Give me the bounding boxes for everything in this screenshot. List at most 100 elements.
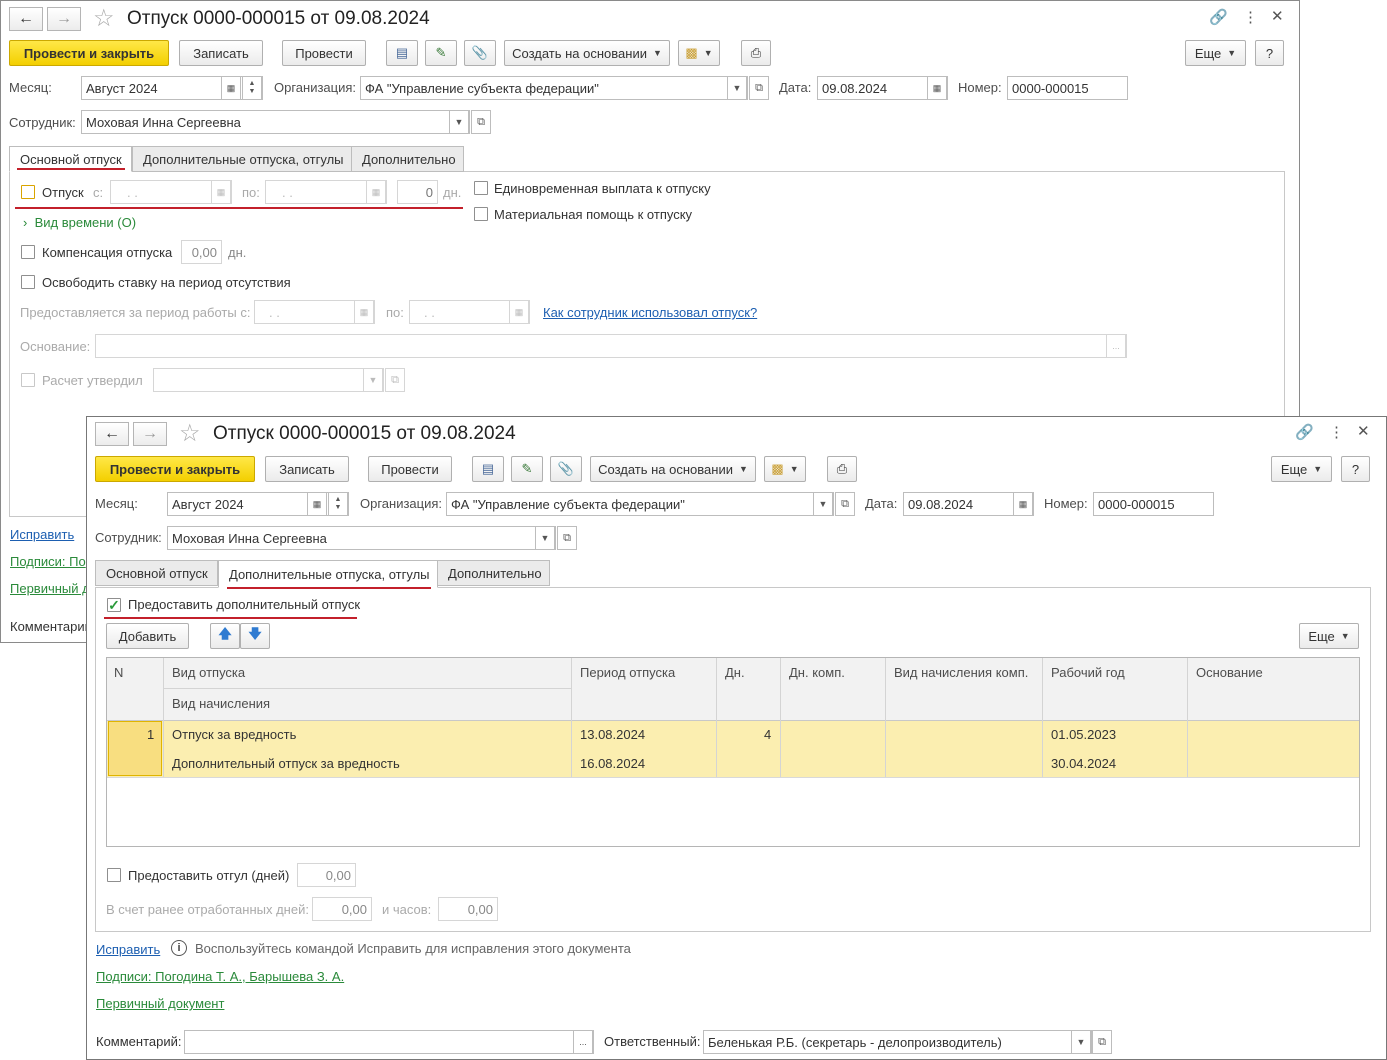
- calendar-icon[interactable]: ▦: [307, 492, 327, 516]
- worked-days-field[interactable]: 0,00: [312, 897, 372, 921]
- tab-additional-vacations[interactable]: Дополнительные отпуска, отгулы: [132, 146, 352, 172]
- help-button[interactable]: ?: [1255, 40, 1284, 66]
- create-based-button[interactable]: Создать на основании ▼: [590, 456, 756, 482]
- correct-link[interactable]: Исправить: [10, 527, 74, 543]
- additional-vacations-table[interactable]: N Вид отпуска Вид начисления Период отпу…: [106, 657, 1360, 847]
- tab-additional-vacations[interactable]: Дополнительные отпуска, отгулы: [218, 560, 438, 588]
- spinner[interactable]: ▲ ▼: [242, 76, 262, 100]
- how-used-link[interactable]: Как сотрудник использовал отпуск?: [543, 305, 757, 321]
- chevron-down-icon[interactable]: ▼: [813, 492, 833, 516]
- time-off-field[interactable]: 0,00: [297, 863, 356, 887]
- post-and-close-button[interactable]: Провести и закрыть: [95, 456, 255, 482]
- org-field[interactable]: ФА "Управление субъекта федерации" ▼: [446, 492, 834, 516]
- create-based-button[interactable]: Создать на основании ▼: [504, 40, 670, 66]
- calendar-icon[interactable]: ▦: [366, 180, 386, 204]
- post-button[interactable]: Провести: [368, 456, 452, 482]
- open-icon[interactable]: ⧉: [471, 110, 491, 134]
- month-field[interactable]: Август 2024 ▦ ▲ ▼: [81, 76, 263, 100]
- chevron-down-icon[interactable]: ▼: [1071, 1030, 1091, 1054]
- calendar-icon[interactable]: ▦: [354, 300, 374, 324]
- write-button[interactable]: Записать: [265, 456, 349, 482]
- material-aid-checkbox[interactable]: [474, 207, 488, 221]
- org-field[interactable]: ФА "Управление субъекта федерации" ▼: [360, 76, 748, 100]
- open-icon[interactable]: ⧉: [749, 76, 769, 100]
- move-up-button[interactable]: 🡅: [210, 623, 240, 649]
- calendar-icon[interactable]: ▦: [221, 76, 241, 100]
- spinner[interactable]: ▲ ▼: [328, 492, 348, 516]
- attach-button[interactable]: 📎: [464, 40, 496, 66]
- attach-button[interactable]: 📎: [550, 456, 582, 482]
- calendar-icon[interactable]: ▦: [1013, 492, 1033, 516]
- approved-field[interactable]: ▼: [153, 368, 384, 392]
- calendar-icon[interactable]: ▦: [509, 300, 529, 324]
- date-field[interactable]: 09.08.2024 ▦: [817, 76, 948, 100]
- lump-sum-checkbox[interactable]: [474, 181, 488, 195]
- open-icon[interactable]: ⧉: [557, 526, 577, 550]
- basis-select-button[interactable]: ...: [1106, 334, 1126, 358]
- compensation-field[interactable]: 0,00: [181, 240, 222, 264]
- vacation-checkbox[interactable]: [21, 185, 35, 199]
- open-icon[interactable]: ⧉: [385, 368, 405, 392]
- comment-field[interactable]: ...: [184, 1030, 594, 1054]
- back-button[interactable]: ←: [95, 422, 129, 446]
- edit-button[interactable]: ✎: [511, 456, 543, 482]
- tab-additional[interactable]: Дополнительно: [437, 560, 550, 586]
- chevron-down-icon[interactable]: ▼: [727, 76, 747, 100]
- employee-field[interactable]: Моховая Инна Сергеевна ▼: [81, 110, 470, 134]
- post-and-close-button[interactable]: Провести и закрыть: [9, 40, 169, 66]
- structure-button[interactable]: ▩ ▼: [678, 40, 720, 66]
- date-field[interactable]: 09.08.2024 ▦: [903, 492, 1034, 516]
- period-to-field[interactable]: . . ▦: [409, 300, 530, 324]
- star-icon[interactable]: ☆: [93, 4, 115, 33]
- forward-button[interactable]: →: [47, 7, 81, 31]
- signatures-link[interactable]: Подписи: Погодина Т. А., Барышева З. А.: [96, 969, 344, 985]
- tab-additional[interactable]: Дополнительно: [351, 146, 464, 172]
- report-button[interactable]: ▤: [386, 40, 418, 66]
- more-button[interactable]: Еще ▼: [1271, 456, 1332, 482]
- tab-main-vacation[interactable]: Основной отпуск: [95, 560, 218, 586]
- help-button[interactable]: ?: [1341, 456, 1370, 482]
- post-button[interactable]: Провести: [282, 40, 366, 66]
- edit-button[interactable]: ✎: [425, 40, 457, 66]
- primary-doc-link[interactable]: Первичный документ: [96, 996, 224, 1012]
- period-from-field[interactable]: . . ▦: [254, 300, 375, 324]
- month-field[interactable]: Август 2024 ▦ ▲ ▼: [167, 492, 349, 516]
- correct-link[interactable]: Исправить: [96, 942, 160, 958]
- number-field[interactable]: 0000-000015: [1093, 492, 1214, 516]
- from-date-field[interactable]: . . ▦: [110, 180, 232, 204]
- move-down-button[interactable]: 🡇: [240, 623, 270, 649]
- signatures-link[interactable]: Подписи: По: [10, 554, 86, 570]
- close-icon[interactable]: ✕: [1271, 9, 1284, 25]
- grant-additional-checkbox[interactable]: ✓: [107, 597, 121, 613]
- to-date-field[interactable]: . . ▦: [265, 180, 387, 204]
- back-button[interactable]: ←: [9, 7, 43, 31]
- time-off-checkbox[interactable]: [107, 868, 121, 882]
- number-field[interactable]: 0000-000015: [1007, 76, 1128, 100]
- basis-field[interactable]: ...: [95, 334, 1127, 358]
- approved-checkbox[interactable]: [21, 373, 35, 387]
- print-button[interactable]: ⎙: [827, 456, 857, 482]
- kebab-icon[interactable]: ⋮: [1243, 10, 1258, 26]
- primary-doc-link[interactable]: Первичный д: [10, 581, 90, 597]
- add-button[interactable]: Добавить: [106, 623, 189, 649]
- time-type-expander[interactable]: › Вид времени (О): [23, 215, 136, 231]
- kebab-icon[interactable]: ⋮: [1329, 425, 1344, 441]
- table-more-button[interactable]: Еще ▼: [1299, 623, 1359, 649]
- responsible-field[interactable]: Беленькая Р.Б. (секретарь - делопроизвод…: [703, 1030, 1092, 1054]
- employee-field[interactable]: Моховая Инна Сергеевна ▼: [167, 526, 556, 550]
- release-rate-checkbox[interactable]: [21, 275, 35, 289]
- open-icon[interactable]: ⧉: [1092, 1030, 1112, 1054]
- more-button[interactable]: Еще ▼: [1185, 40, 1246, 66]
- link-icon[interactable]: 🔗: [1295, 425, 1314, 441]
- comment-select-button[interactable]: ...: [573, 1030, 593, 1054]
- close-icon[interactable]: ✕: [1357, 424, 1370, 440]
- hours-field[interactable]: 0,00: [438, 897, 498, 921]
- chevron-down-icon[interactable]: ▼: [535, 526, 555, 550]
- calendar-icon[interactable]: ▦: [211, 180, 231, 204]
- print-button[interactable]: ⎙: [741, 40, 771, 66]
- chevron-down-icon[interactable]: ▼: [449, 110, 469, 134]
- days-field[interactable]: 0: [397, 180, 438, 204]
- forward-button[interactable]: →: [133, 422, 167, 446]
- link-icon[interactable]: 🔗: [1209, 10, 1228, 26]
- open-icon[interactable]: ⧉: [835, 492, 855, 516]
